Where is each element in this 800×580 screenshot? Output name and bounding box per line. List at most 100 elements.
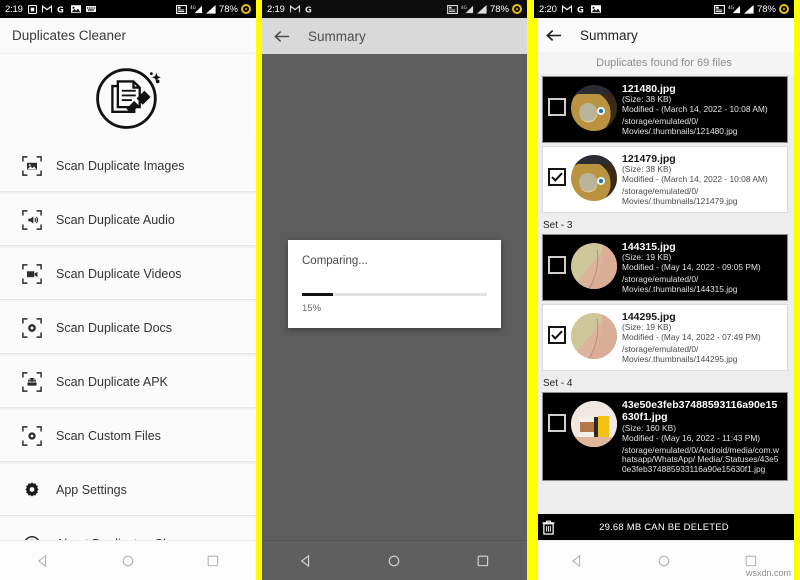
file-name: 43e50e3feb37488593116a90e15630f1.jpg bbox=[622, 399, 778, 424]
menu-item-label: Scan Custom Files bbox=[56, 428, 161, 443]
app-logo-container bbox=[0, 54, 256, 140]
checkmark-icon bbox=[551, 330, 563, 340]
status-bar-3: 2:20 G 4G 78% bbox=[534, 0, 794, 18]
menu-item-label: App Settings bbox=[56, 482, 127, 497]
duplicate-file-card[interactable]: 121480.jpg (Size: 38 KB) Modified - (Mar… bbox=[542, 76, 788, 143]
nav-home-icon[interactable] bbox=[377, 544, 411, 578]
back-arrow-icon[interactable] bbox=[546, 29, 562, 42]
menu-item-scan-duplicate-audio[interactable]: Scan Duplicate Audio bbox=[0, 194, 256, 246]
menu-item-scan-duplicate-images[interactable]: Scan Duplicate Images bbox=[0, 140, 256, 192]
file-thumbnail bbox=[571, 155, 617, 201]
duplicate-file-card[interactable]: 43e50e3feb37488593116a90e15630f1.jpg (Si… bbox=[542, 392, 788, 482]
screenshot-icon bbox=[27, 4, 37, 14]
nav-back-icon[interactable] bbox=[26, 544, 60, 578]
nav-back-icon[interactable] bbox=[560, 544, 594, 578]
file-modified: Modified - (May 14, 2022 - 09:05 PM) bbox=[622, 262, 761, 273]
scan-image-icon bbox=[22, 155, 42, 176]
svg-text:G: G bbox=[305, 5, 312, 14]
checkmark-icon bbox=[551, 172, 563, 182]
file-meta: 43e50e3feb37488593116a90e15630f1.jpg (Si… bbox=[622, 398, 783, 475]
delete-action-bar[interactable]: 29.68 MB CAN BE DELETED bbox=[534, 514, 794, 540]
file-path-line1: /storage/emulated/0/ bbox=[622, 186, 699, 197]
nav-recents-icon[interactable] bbox=[196, 544, 230, 578]
battery-percent: 78% bbox=[489, 3, 509, 15]
scan-doc-icon bbox=[22, 317, 42, 338]
battery-saver-icon bbox=[779, 4, 789, 14]
back-arrow-icon[interactable] bbox=[274, 30, 290, 43]
dialog-title: Comparing... bbox=[302, 254, 368, 267]
delete-size-label: 29.68 MB CAN BE DELETED bbox=[599, 521, 729, 533]
menu-item-label: Scan Duplicate Docs bbox=[56, 320, 173, 335]
menu-item-label: Scan Duplicate Audio bbox=[56, 212, 175, 227]
duplicates-cleaner-logo bbox=[96, 68, 161, 129]
status-bar-left-icons: 2:20 G bbox=[539, 4, 601, 15]
status-bar-right-icons: 4G 78% bbox=[447, 4, 522, 15]
summary-app-bar: Summary bbox=[262, 18, 527, 54]
nav-recents-icon[interactable] bbox=[466, 544, 500, 578]
duplicate-file-card[interactable]: 121479.jpg (Size: 38 KB) Modified - (Mar… bbox=[542, 146, 788, 213]
file-checkbox[interactable] bbox=[548, 414, 566, 432]
menu-item-scan-custom-files[interactable]: Scan Custom Files bbox=[0, 410, 256, 462]
nav-back-icon[interactable] bbox=[289, 544, 323, 578]
duplicate-file-card[interactable]: 144315.jpg (Size: 19 KB) Modified - (May… bbox=[542, 234, 788, 301]
summary-app-bar: Summary bbox=[534, 18, 794, 52]
signal-4g-icon: 4G bbox=[728, 4, 741, 14]
battery-saver-icon bbox=[241, 4, 251, 14]
menu-item-scan-duplicate-docs[interactable]: Scan Duplicate Docs bbox=[0, 302, 256, 354]
scan-custom-icon bbox=[22, 425, 42, 446]
file-checkbox[interactable] bbox=[548, 168, 566, 186]
image-icon bbox=[70, 5, 81, 13]
menu-item-scan-duplicate-videos[interactable]: Scan Duplicate Videos bbox=[0, 248, 256, 300]
sim-icon bbox=[176, 4, 187, 14]
page-title: Duplicates Cleaner bbox=[12, 28, 127, 43]
gmail-icon bbox=[561, 5, 572, 13]
file-modified: Modified - (March 14, 2022 - 10:08 AM) bbox=[622, 174, 768, 185]
status-bar-2: 2:19 G 4G 78% bbox=[262, 0, 527, 18]
gear-icon bbox=[22, 480, 42, 500]
file-checkbox[interactable] bbox=[548, 326, 566, 344]
battery-percent: 78% bbox=[218, 3, 238, 15]
app-title-bar: Duplicates Cleaner bbox=[0, 18, 256, 54]
screenshot-stage: 2:19 G 4G 78% Duplicates Cleaner Scan Du… bbox=[0, 0, 800, 580]
file-path: /storage/emulated/0/Android/media/com.wh… bbox=[622, 445, 783, 476]
sim-icon bbox=[714, 4, 725, 14]
sim-icon bbox=[447, 4, 458, 14]
set-label: Set - 3 bbox=[543, 220, 573, 231]
file-modified: Modified - (March 14, 2022 - 10:08 AM) bbox=[622, 104, 768, 115]
file-modified: Modified - (May 14, 2022 - 07:49 PM) bbox=[622, 332, 761, 343]
battery-saver-icon bbox=[512, 4, 522, 14]
progress-bar-track bbox=[302, 292, 487, 297]
file-thumbnail bbox=[571, 313, 617, 359]
file-checkbox[interactable] bbox=[548, 98, 566, 116]
menu-item-about[interactable]: About Duplicates Cleaner bbox=[0, 518, 256, 540]
page-title: Summary bbox=[580, 27, 638, 43]
signal-bars-icon bbox=[476, 4, 487, 14]
menu-item-scan-duplicate-apk[interactable]: Scan Duplicate APK bbox=[0, 356, 256, 408]
keyboard-icon bbox=[85, 6, 96, 12]
nav-home-icon[interactable] bbox=[111, 544, 145, 578]
file-path-line1: /storage/emulated/0/ bbox=[622, 274, 699, 285]
file-checkbox[interactable] bbox=[548, 256, 566, 274]
menu-item-app-settings[interactable]: App Settings bbox=[0, 464, 256, 516]
file-meta: 144295.jpg (Size: 19 KB) Modified - (May… bbox=[622, 310, 783, 365]
file-modified: Modified - (May 16, 2022 - 11:43 PM) bbox=[622, 432, 761, 443]
menu-item-label: Scan Duplicate Images bbox=[56, 158, 185, 173]
nav-home-icon[interactable] bbox=[647, 544, 681, 578]
status-time: 2:20 bbox=[539, 3, 557, 15]
image-icon bbox=[590, 5, 601, 13]
duplicate-file-card[interactable]: 144295.jpg (Size: 19 KB) Modified - (May… bbox=[542, 304, 788, 371]
svg-text:4G: 4G bbox=[461, 5, 467, 10]
menu-item-label: Scan Duplicate APK bbox=[56, 374, 168, 389]
gmail-icon bbox=[289, 5, 300, 13]
google-icon: G bbox=[57, 5, 66, 14]
file-path: /storage/emulated/0/ Movies/.thumbnails/… bbox=[622, 116, 783, 137]
signal-4g-icon: 4G bbox=[190, 4, 203, 14]
svg-text:G: G bbox=[577, 5, 584, 14]
signal-bars-icon bbox=[205, 4, 216, 14]
scan-apk-icon bbox=[22, 371, 42, 392]
summary-header: Duplicates found for 69 files bbox=[534, 52, 794, 74]
file-meta: 121479.jpg (Size: 38 KB) Modified - (Mar… bbox=[622, 152, 783, 207]
duplicates-list[interactable]: 121480.jpg (Size: 38 KB) Modified - (Mar… bbox=[534, 74, 794, 514]
file-path: /storage/emulated/0/ Movies/.thumbnails/… bbox=[622, 344, 783, 365]
status-bar-right-icons: 4G 78% bbox=[176, 4, 251, 15]
